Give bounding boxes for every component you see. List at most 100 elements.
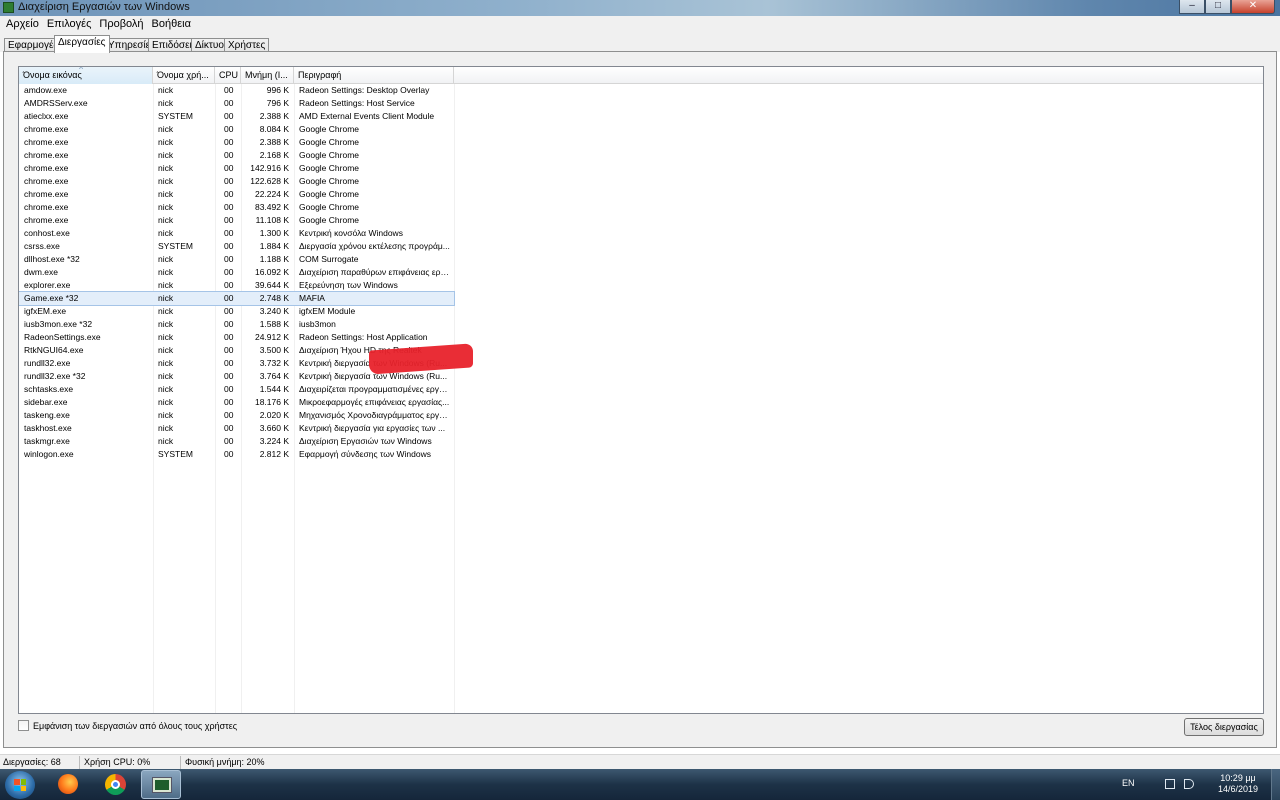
table-row[interactable]: sidebar.exe nick 00 18.176 K Μικροεφαρμογές … [19,396,454,409]
table-row[interactable]: chrome.exe nick 00 2.168 K Google Chrome [19,149,454,162]
table-row[interactable]: taskeng.exe nick 00 2.020 K Μηχανισμός Χρονο… [19,409,454,422]
column-image-name[interactable]: ˄ Όνομα εικόνας [19,67,153,84]
process-name-cell: Game.exe *32 [24,293,79,303]
process-name-cell: chrome.exe [24,215,69,225]
table-row[interactable]: chrome.exe nick 00 83.492 K Google Chrome [19,201,454,214]
table-row[interactable]: chrome.exe nick 00 142.916 K Google Chrome [19,162,454,175]
description-cell: Radeon Settings: Host Service [299,98,415,108]
user-name-cell: nick [158,371,174,381]
windows-logo-icon [14,779,26,791]
menu-options[interactable]: Επιλογές [43,18,96,30]
description-cell: Διαχείριση παραθύρων επιφάνειας εργ... [299,267,451,277]
taskbar-chrome[interactable] [95,770,135,799]
volume-icon[interactable] [1184,779,1194,789]
status-cpu-usage: Χρήση CPU: 0% [84,757,151,767]
network-icon[interactable] [1165,779,1175,789]
table-row[interactable]: Game.exe *32 nick 00 2.748 K MAFIA [19,291,455,306]
show-all-users-checkbox[interactable] [18,720,29,731]
process-list[interactable]: ˄ Όνομα εικόνας Όνομα χρή... CPU Μνήμη (… [18,66,1264,714]
column-description[interactable]: Περιγραφή [294,67,454,84]
table-row[interactable]: chrome.exe nick 00 122.628 K Google Chrome [19,175,454,188]
user-name-cell: nick [158,332,174,342]
table-row[interactable]: dllhost.exe *32 nick 00 1.188 K COM Surrogat… [19,253,454,266]
user-name-cell: nick [158,163,174,173]
user-name-cell: nick [158,280,174,290]
table-row[interactable]: RadeonSettings.exe nick 00 24.912 K Radeon S… [19,331,454,344]
memory-cell: 1.188 K [259,254,289,264]
clock-time: 10:29 μμ [1220,773,1256,783]
table-row[interactable]: dwm.exe nick 00 16.092 K Διαχείριση παραθύρω… [19,266,454,279]
memory-cell: 11.108 K [255,215,289,225]
table-row[interactable]: winlogon.exe SYSTEM 00 2.812 K Εφαρμογή σύνδ… [19,448,454,461]
menu-help[interactable]: Βοήθεια [148,18,195,30]
memory-cell: 2.168 K [259,150,289,160]
process-name-cell: dllhost.exe *32 [24,254,80,264]
table-row[interactable]: schtasks.exe nick 00 1.544 K Διαχειρίζεται π… [19,383,454,396]
minimize-button[interactable]: – [1179,0,1205,14]
maximize-button[interactable]: □ [1205,0,1231,14]
process-name-cell: RtkNGUI64.exe [24,345,84,355]
process-name-cell: chrome.exe [24,189,69,199]
status-physical-memory: Φυσική μνήμη: 20% [185,757,265,767]
process-name-cell: chrome.exe [24,124,69,134]
user-name-cell: nick [158,228,174,238]
memory-cell: 3.732 K [259,358,289,368]
firefox-icon [58,774,78,794]
process-name-cell: rundll32.exe [24,358,71,368]
task-manager-icon [152,777,172,793]
taskbar-task-manager[interactable] [141,770,181,799]
process-name-cell: explorer.exe [24,280,71,290]
table-row[interactable]: AMDRSServ.exe nick 00 796 K Radeon Settings:… [19,97,454,110]
table-row[interactable]: igfxEM.exe nick 00 3.240 KigfxEM Module [19,305,454,318]
table-row[interactable]: conhost.exe nick 00 1.300 K Κεντρική κονσόλα… [19,227,454,240]
table-row[interactable]: chrome.exe nick 00 2.388 K Google Chrome [19,136,454,149]
description-cell: igfxEM Module [299,306,356,316]
table-row[interactable]: chrome.exe nick 00 8.084 K Google Chrome [19,123,454,136]
table-row[interactable]: amdow.exe nick 00 996 K Radeon Settings: Des… [19,84,454,97]
process-name-cell: winlogon.exe [24,449,74,459]
table-row[interactable]: csrss.exe SYSTEM 00 1.884 K Διεργασία χρόνου… [19,240,454,253]
user-name-cell: SYSTEM [158,449,193,459]
description-cell: MAFIA [299,293,325,303]
memory-cell: 1.300 K [259,228,289,238]
description-cell: Διεργασία χρόνου εκτέλεσης προγράμ... [299,241,450,251]
menu-file[interactable]: Αρχείο [2,18,43,30]
user-name-cell: nick [158,267,174,277]
menu-bar: Αρχείο Επιλογές Προβολή Βοήθεια [0,16,1280,32]
memory-cell: 3.224 K [259,436,289,446]
memory-cell: 2.812 K [259,449,289,459]
user-name-cell: nick [158,436,174,446]
show-all-users-option[interactable]: Εμφάνιση των διεργασιών από όλους τους χ… [18,720,237,731]
menu-view[interactable]: Προβολή [95,18,147,30]
language-indicator[interactable]: EN [1122,778,1135,788]
table-row[interactable]: iusb3mon.exe *32 nick 00 1.588 Kiusb3mon [19,318,454,331]
table-row[interactable]: atieclxx.exe SYSTEM 00 2.388 K AMD External … [19,110,454,123]
process-name-cell: chrome.exe [24,150,69,160]
show-desktop-button[interactable] [1271,769,1280,800]
process-name-cell: taskhost.exe [24,423,72,433]
clock[interactable]: 10:29 μμ 14/6/2019 [1208,773,1268,795]
column-cpu[interactable]: CPU [215,67,241,84]
table-row[interactable]: explorer.exe nick 00 39.644 K Εξερεύνηση των… [19,279,454,292]
table-row[interactable]: chrome.exe nick 00 22.224 K Google Chrome [19,188,454,201]
process-name-cell: taskmgr.exe [24,436,70,446]
process-name-cell: sidebar.exe [24,397,68,407]
table-row[interactable]: taskmgr.exe nick 00 3.224 K Διαχείριση Εργασ… [19,435,454,448]
column-user-name[interactable]: Όνομα χρή... [153,67,215,84]
memory-cell: 996 K [266,85,289,95]
taskbar-firefox[interactable] [48,770,88,799]
user-name-cell: nick [158,150,174,160]
process-name-cell: conhost.exe [24,228,70,238]
end-process-button[interactable]: Τέλος διεργασίας [1184,718,1264,736]
table-row[interactable]: taskhost.exe nick 00 3.660 K Κεντρική διεργα… [19,422,454,435]
memory-cell: 1.544 K [259,384,289,394]
description-cell: Κεντρική κονσόλα Windows [299,228,403,238]
table-row[interactable]: chrome.exe nick 00 11.108 K Google Chrome [19,214,454,227]
window-title: Διαχείριση Εργασιών των Windows [18,1,190,13]
user-name-cell: nick [158,215,174,225]
column-memory[interactable]: Μνήμη (Ι... [241,67,294,84]
tab-processes[interactable]: Διεργασίες [54,35,110,53]
close-button[interactable]: ✕ [1231,0,1275,14]
status-process-count: Διεργασίες: 68 [3,757,61,767]
start-button[interactable] [5,771,35,799]
